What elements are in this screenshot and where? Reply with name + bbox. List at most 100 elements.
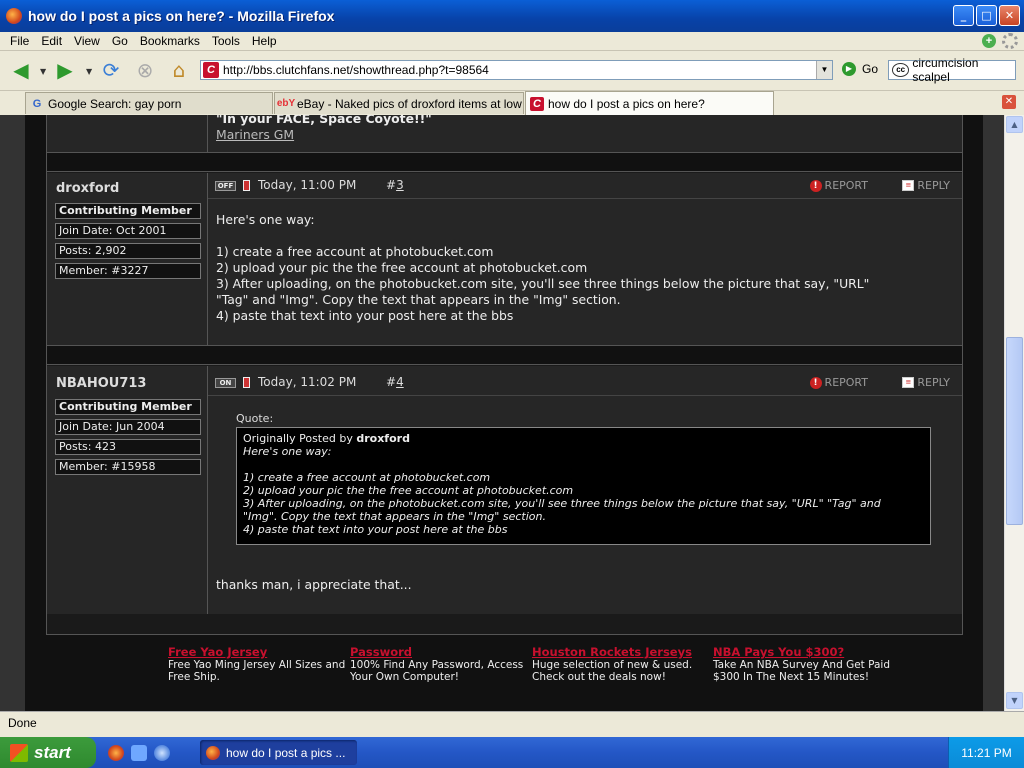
page-content: "In your FACE, Space Coyote!!" Mariners … xyxy=(0,115,1004,711)
menu-tools[interactable]: Tools xyxy=(206,34,246,48)
close-button[interactable]: ✕ xyxy=(999,5,1020,26)
post-count: Posts: 2,902 xyxy=(55,243,201,259)
throbber-icon xyxy=(1002,33,1018,49)
tab-google-search[interactable]: G Google Search: gay porn xyxy=(25,92,273,114)
username[interactable]: droxford xyxy=(56,181,119,196)
post-separator xyxy=(47,152,962,172)
ad-item: NBA Pays You $300? Take An NBA Survey An… xyxy=(713,645,893,683)
status-bar: Done xyxy=(0,711,1024,735)
member-number: Member: #3227 xyxy=(55,263,201,279)
url-dropdown-icon[interactable]: ▼ xyxy=(816,61,832,79)
quote-author: droxford xyxy=(356,432,410,445)
scroll-thumb[interactable] xyxy=(1006,337,1023,525)
taskbar-window-button[interactable]: how do I post a pics ... xyxy=(200,740,357,765)
vertical-scrollbar[interactable]: ▲ ▼ xyxy=(1004,115,1024,711)
post-count: Posts: 423 xyxy=(55,439,201,455)
prev-post-user-panel xyxy=(47,115,208,152)
menu-help[interactable]: Help xyxy=(246,34,283,48)
menu-bookmarks[interactable]: Bookmarks xyxy=(134,34,206,48)
menu-go[interactable]: Go xyxy=(106,34,134,48)
user-title: Contributing Member xyxy=(55,203,201,219)
scroll-down-arrow-icon[interactable]: ▼ xyxy=(1006,692,1023,709)
firefox-quicklaunch-icon[interactable] xyxy=(108,745,124,761)
clock[interactable]: 11:21 PM xyxy=(961,746,1011,760)
report-button[interactable]: ! REPORT xyxy=(809,179,868,192)
window-title: how do I post a pics on here? - Mozilla … xyxy=(28,8,335,24)
post-body: OFF Today, 11:00 PM #3 ! REPORT ≡ REPLY … xyxy=(208,173,962,345)
quote-box: Originally Posted by droxford Here's one… xyxy=(236,427,931,545)
go-button[interactable]: ▶ Go xyxy=(842,62,878,76)
ad-title-link[interactable]: Free Yao Jersey xyxy=(168,645,348,659)
firefox-icon xyxy=(206,745,220,760)
post-number-link[interactable]: #3 xyxy=(386,178,404,192)
start-button[interactable]: start xyxy=(0,737,96,768)
post-body: ON Today, 11:02 PM #4 ! REPORT ≡ REPLY Q… xyxy=(208,366,962,614)
ad-item: Free Yao Jersey Free Yao Ming Jersey All… xyxy=(168,645,348,683)
firefox-icon xyxy=(6,8,22,24)
member-number: Member: #15958 xyxy=(55,459,201,475)
tab-label: how do I post a pics on here? xyxy=(548,96,705,111)
ad-title-link[interactable]: Houston Rockets Jerseys xyxy=(532,645,712,659)
reply-icon: ≡ xyxy=(902,180,915,191)
user-title: Contributing Member xyxy=(55,399,201,415)
ad-title-link[interactable]: Password xyxy=(350,645,530,659)
ad-item: Password 100% Find Any Password, Access … xyxy=(350,645,530,683)
menu-file[interactable]: File xyxy=(4,34,35,48)
back-arrow-icon[interactable]: ◀ xyxy=(8,58,34,82)
search-box[interactable]: cc circumcision scalpel xyxy=(888,56,1016,84)
tab-clutchfans[interactable]: C how do I post a pics on here? xyxy=(525,91,774,115)
menu-bar: File Edit View Go Bookmarks Tools Help + xyxy=(0,32,1024,51)
post-date: Today, 11:02 PM xyxy=(258,375,357,389)
ie-quicklaunch-icon[interactable] xyxy=(154,745,170,761)
post-number-link[interactable]: #4 xyxy=(386,375,404,389)
close-tab-icon[interactable]: ✕ xyxy=(1002,95,1016,109)
window-title-bar[interactable]: how do I post a pics on here? - Mozilla … xyxy=(0,0,1024,32)
home-icon[interactable]: ⌂ xyxy=(166,58,192,82)
reload-icon[interactable]: ⟳ xyxy=(98,58,124,82)
maximize-button[interactable]: □ xyxy=(976,5,997,26)
post-separator xyxy=(47,345,962,365)
signature-link[interactable]: Mariners GM xyxy=(216,127,294,142)
search-input-text[interactable]: circumcision scalpel xyxy=(912,56,1015,84)
menu-edit[interactable]: Edit xyxy=(35,34,68,48)
update-icon[interactable]: + xyxy=(982,34,996,48)
post-message: thanks man, i appreciate that... xyxy=(216,577,412,592)
forward-arrow-icon[interactable]: ▶ xyxy=(52,58,78,82)
stop-icon[interactable]: ⊗ xyxy=(132,58,158,82)
tab-label: Google Search: gay porn xyxy=(48,96,182,111)
go-arrow-icon: ▶ xyxy=(842,62,856,76)
ebay-icon: ebY xyxy=(276,98,296,109)
menu-view[interactable]: View xyxy=(68,34,106,48)
prev-post-body: "In your FACE, Space Coyote!!" Mariners … xyxy=(208,115,962,152)
username[interactable]: NBAHOU713 xyxy=(56,376,146,391)
explorer-quicklaunch-icon[interactable] xyxy=(131,745,147,761)
report-icon: ! xyxy=(809,179,822,192)
join-date: Join Date: Oct 2001 xyxy=(55,223,201,239)
online-status-badge: OFF xyxy=(215,181,236,191)
clutchfans-icon: C xyxy=(530,96,544,111)
forward-history-dropdown-icon[interactable]: ▼ xyxy=(86,67,92,76)
reply-button[interactable]: ≡ REPLY xyxy=(902,376,950,389)
thread-container: "In your FACE, Space Coyote!!" Mariners … xyxy=(46,115,963,635)
quote-header: Originally Posted by droxford xyxy=(243,432,410,445)
minimize-button[interactable]: _ xyxy=(953,5,974,26)
search-engine-icon[interactable]: cc xyxy=(892,63,910,77)
post-message: Here's one way: 1) create a free account… xyxy=(216,212,870,323)
scroll-up-arrow-icon[interactable]: ▲ xyxy=(1006,116,1023,133)
status-text: Done xyxy=(8,716,37,730)
report-icon: ! xyxy=(809,376,822,389)
system-tray: 11:21 PM xyxy=(948,737,1024,768)
tab-ebay[interactable]: ebY eBay - Naked pics of droxford items … xyxy=(274,92,524,114)
ad-description: 100% Find Any Password, Access Your Own … xyxy=(350,659,524,683)
reply-button[interactable]: ≡ REPLY xyxy=(902,179,950,192)
ad-description: Take An NBA Survey And Get Paid $300 In … xyxy=(713,659,890,683)
ad-description: Huge selection of new & used. Check out … xyxy=(532,659,693,683)
report-button[interactable]: ! REPORT xyxy=(809,376,868,389)
reply-icon: ≡ xyxy=(902,377,915,388)
url-bar[interactable]: C http://bbs.clutchfans.net/showthread.p… xyxy=(200,60,833,80)
url-text[interactable]: http://bbs.clutchfans.net/showthread.php… xyxy=(223,63,489,77)
taskbar: start how do I post a pics ... 11:21 PM xyxy=(0,737,1024,768)
back-history-dropdown-icon[interactable]: ▼ xyxy=(40,67,46,76)
forum-page: "In your FACE, Space Coyote!!" Mariners … xyxy=(25,115,983,711)
ad-title-link[interactable]: NBA Pays You $300? xyxy=(713,645,893,659)
